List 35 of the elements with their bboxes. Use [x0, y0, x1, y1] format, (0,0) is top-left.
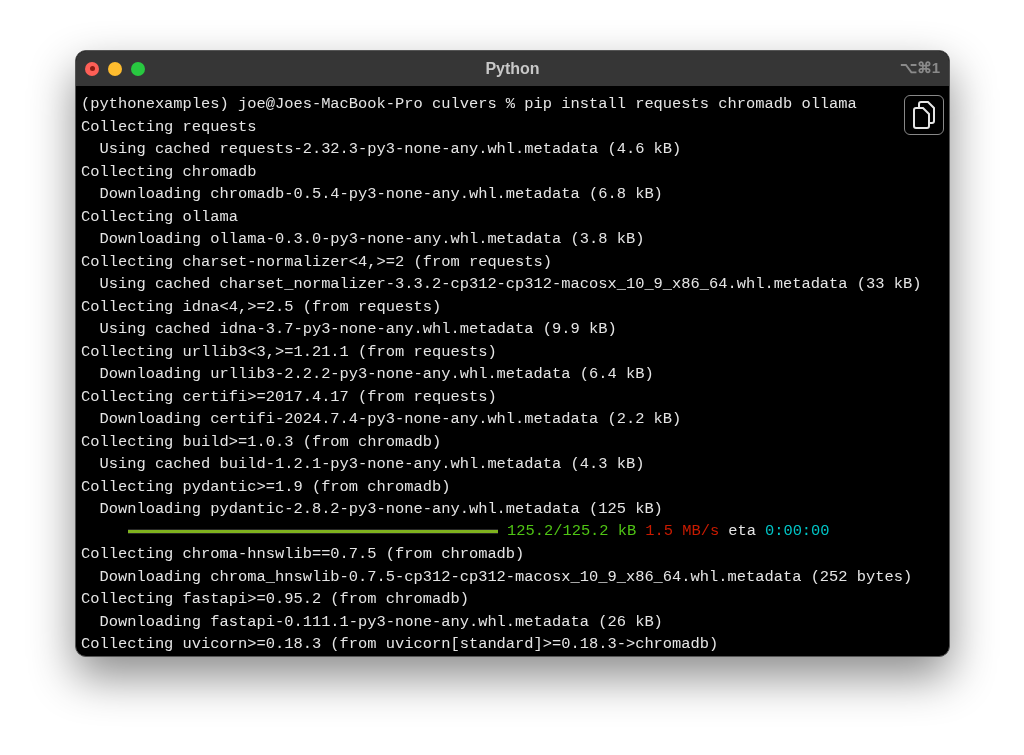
terminal-line: Downloading urllib3-2.2.2-py3-none-any.whl.metadata (6.4 kB) [98, 364, 654, 385]
terminal-line: Downloading chromadb-0.5.4-py3-none-any.whl.metadata (6.8 kB) [98, 184, 663, 205]
progress-text: 0:00:00 [764, 521, 830, 543]
terminal-line: Downloading certifi-2024.7.4-py3-none-any.whl.metadata (2.2 kB) [98, 409, 682, 430]
terminal-line: Collecting ollama [81, 206, 238, 228]
terminal-line: Downloading fastapi-0.111.1-py3-none-any.whl.metadata (26 kB) [98, 611, 663, 633]
copy-icon [912, 101, 936, 129]
terminal-line: Collecting chromadb [81, 161, 257, 183]
terminal-line: Downloading chroma_hnswlib-0.7.5-cp312-cp312-macosx_10_9_x86_64.whl.metadata (252 bytes) [98, 566, 913, 588]
zoom-button[interactable] [131, 61, 145, 76]
terminal-line: Collecting idna<4,>=2.5 (from requests) [81, 296, 442, 318]
terminal-line: Using cached requests-2.32.3-py3-none-any.whl.metadata (4.6 kB) [98, 139, 682, 160]
window-title: Python [485, 58, 540, 79]
terminal-line: (pythonexamples) joe@Joes-MacBook-Pro culvers % pip install requests chromadb ollama [81, 94, 857, 115]
terminal-line: Downloading ollama-0.3.0-py3-none-any.whl.metadata (3.8 kB) [98, 229, 645, 250]
copy-button[interactable] [904, 95, 944, 135]
terminal-line: Collecting uvicorn>=0.18.3 (from uvicorn[standard]>=0.18.3->chromadb) [81, 634, 719, 655]
terminal-line: Collecting chroma-hnswlib==0.7.5 (from chromadb) [81, 544, 525, 565]
progress-text: 1.5 MB/s [645, 521, 720, 543]
terminal-line: Collecting certifi>=2017.4.17 (from requests) [81, 386, 497, 408]
terminal-line: Using cached charset_normalizer-3.3.2-cp312-cp312-macosx_10_9_x86_64.whl.metadata (33 kB) [98, 274, 922, 295]
terminal-line: Collecting requests [81, 116, 257, 138]
terminal-line: Collecting charset-normalizer<4,>=2 (from requests) [81, 251, 553, 273]
terminal-line: Collecting build>=1.0.3 (from chromadb) [81, 431, 442, 453]
minimize-button[interactable] [108, 61, 122, 76]
progress-text: eta [728, 521, 756, 543]
progress-text: 125.2/125.2 kB [507, 521, 637, 543]
terminal-line: Using cached idna-3.7-py3-none-any.whl.metadata (9.9 kB) [98, 319, 617, 340]
terminal-line: Collecting urllib3<3,>=1.21.1 (from requests) [81, 341, 497, 363]
terminal-line: Downloading pydantic-2.8.2-py3-none-any.whl.metadata (125 kB) [98, 499, 663, 520]
close-button[interactable] [85, 61, 99, 76]
terminal-line: Using cached build-1.2.1-py3-none-any.whl.metadata (4.3 kB) [98, 454, 645, 475]
terminal-line: Collecting pydantic>=1.9 (from chromadb) [81, 476, 451, 498]
terminal-line: Collecting fastapi>=0.95.2 (from chromadb) [81, 589, 469, 610]
shortcut-label: ⌥⌘1 [899, 58, 940, 79]
